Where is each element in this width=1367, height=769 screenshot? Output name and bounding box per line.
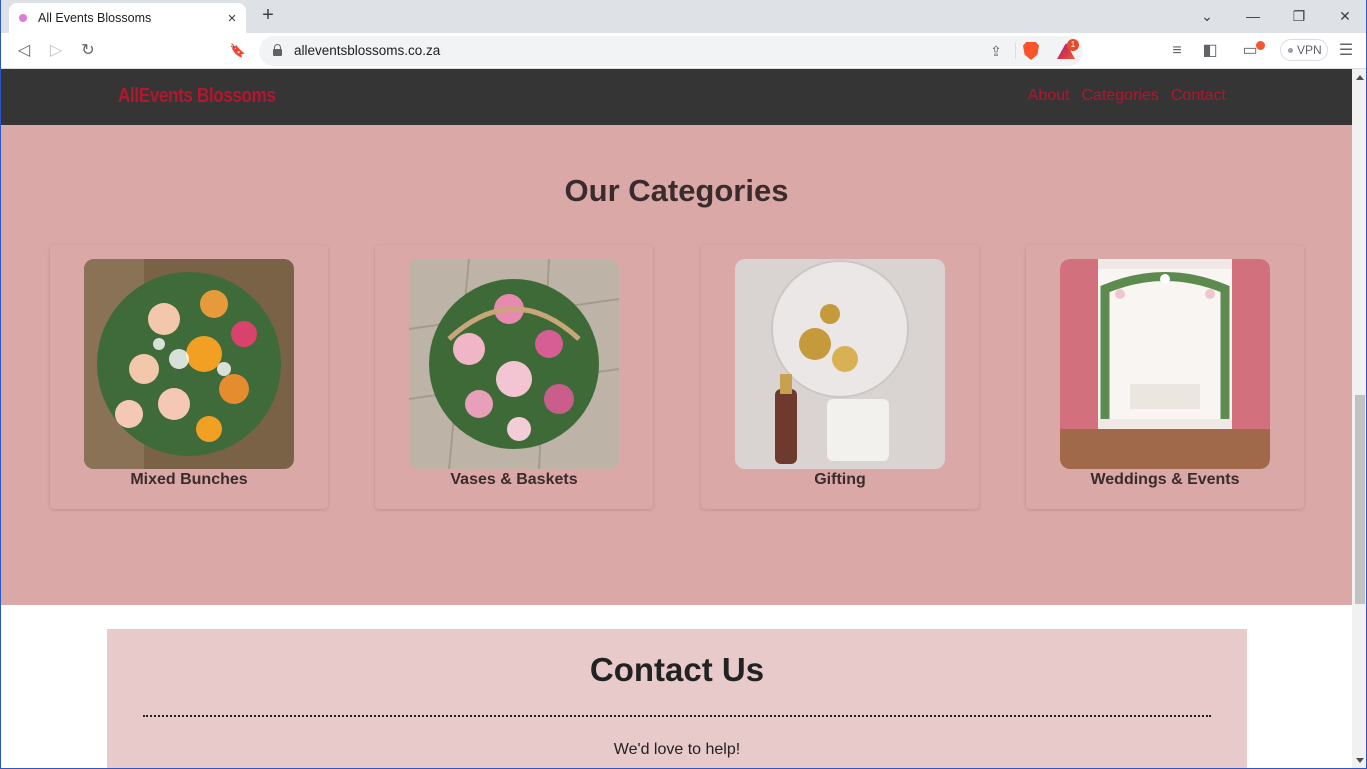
url-text[interactable]: alleventsblossoms.co.za: [294, 43, 440, 58]
window-close-button[interactable]: ✕: [1333, 5, 1357, 27]
tab-title: All Events Blossoms: [38, 11, 152, 25]
favicon-icon: [19, 14, 27, 22]
playlist-icon[interactable]: ≡: [1166, 40, 1188, 62]
categories-section: Our Categories Mixed Bunches Vases & Bas…: [1, 125, 1352, 605]
site-navbar: AllEvents Blossoms About Categories Cont…: [1, 69, 1352, 125]
reload-button[interactable]: ↻: [77, 40, 99, 62]
scroll-thumb[interactable]: [1355, 395, 1365, 604]
site-brand[interactable]: AllEvents Blossoms: [118, 85, 276, 108]
sidebar-icon[interactable]: ◧: [1199, 40, 1221, 62]
vpn-button[interactable]: VPN: [1280, 39, 1328, 61]
page-scrollbar[interactable]: [1352, 69, 1366, 768]
nav-about[interactable]: About: [1028, 87, 1070, 105]
browser-toolbar: ◁ ▷ ↻ 🔖 alleventsblossoms.co.za ⇪ 1 ≡ ◧ …: [1, 33, 1366, 69]
mixed-bunches-image[interactable]: [84, 259, 294, 469]
nav-contact[interactable]: Contact: [1171, 87, 1226, 105]
category-card-mixed-bunches[interactable]: Mixed Bunches: [50, 245, 328, 509]
lock-icon[interactable]: [273, 44, 282, 56]
tab-strip: All Events Blossoms × + ⌄ — ❐ ✕: [1, 0, 1366, 33]
new-tab-button[interactable]: +: [258, 5, 278, 26]
contact-subtitle: We'd love to help!: [613, 741, 741, 758]
omnibox-divider: [1015, 43, 1016, 59]
vpn-label: VPN: [1297, 43, 1322, 57]
restore-button[interactable]: ❐: [1287, 5, 1311, 27]
vpn-status-dot: [1288, 48, 1293, 53]
browser-window: All Events Blossoms × + ⌄ — ❐ ✕ ◁ ▷ ↻ 🔖 …: [0, 0, 1367, 769]
contact-heading: Contact Us: [589, 651, 765, 688]
forward-button[interactable]: ▷: [45, 40, 67, 62]
category-card-gifting[interactable]: Gifting: [701, 245, 979, 509]
scroll-down-arrow-icon[interactable]: [1356, 758, 1364, 763]
contact-divider: [143, 715, 1211, 717]
contact-section: Contact Us We'd love to help!: [107, 629, 1247, 768]
share-icon[interactable]: ⇪: [985, 40, 1007, 62]
category-label: Vases & Baskets: [450, 471, 578, 488]
close-tab-icon[interactable]: ×: [222, 8, 242, 28]
nav-categories[interactable]: Categories: [1081, 87, 1158, 105]
bookmark-icon[interactable]: 🔖: [227, 40, 249, 62]
categories-heading: Our Categories: [564, 173, 789, 208]
tab-search-icon[interactable]: ⌄: [1195, 5, 1219, 27]
vases-baskets-image[interactable]: [409, 259, 619, 469]
scroll-up-arrow-icon[interactable]: [1356, 75, 1364, 80]
wallet-badge: [1256, 41, 1265, 50]
back-button[interactable]: ◁: [13, 40, 35, 62]
category-card-weddings-events[interactable]: Weddings & Events: [1026, 245, 1304, 509]
category-label: Gifting: [814, 471, 866, 488]
menu-icon[interactable]: ☰: [1335, 40, 1357, 62]
weddings-events-image[interactable]: [1060, 259, 1270, 469]
category-card-vases-baskets[interactable]: Vases & Baskets: [375, 245, 653, 509]
rewards-badge: 1: [1067, 39, 1079, 51]
brave-shields-icon[interactable]: [1023, 42, 1039, 60]
page-viewport: AllEvents Blossoms About Categories Cont…: [1, 69, 1352, 768]
category-label: Weddings & Events: [1090, 471, 1240, 488]
address-bar[interactable]: alleventsblossoms.co.za ⇪ 1: [259, 36, 1083, 66]
gifting-image[interactable]: [735, 259, 945, 469]
tab-active[interactable]: All Events Blossoms ×: [9, 3, 246, 33]
site-nav: About Categories Contact: [1028, 87, 1226, 105]
category-label: Mixed Bunches: [130, 471, 248, 488]
minimize-button[interactable]: —: [1241, 5, 1265, 27]
